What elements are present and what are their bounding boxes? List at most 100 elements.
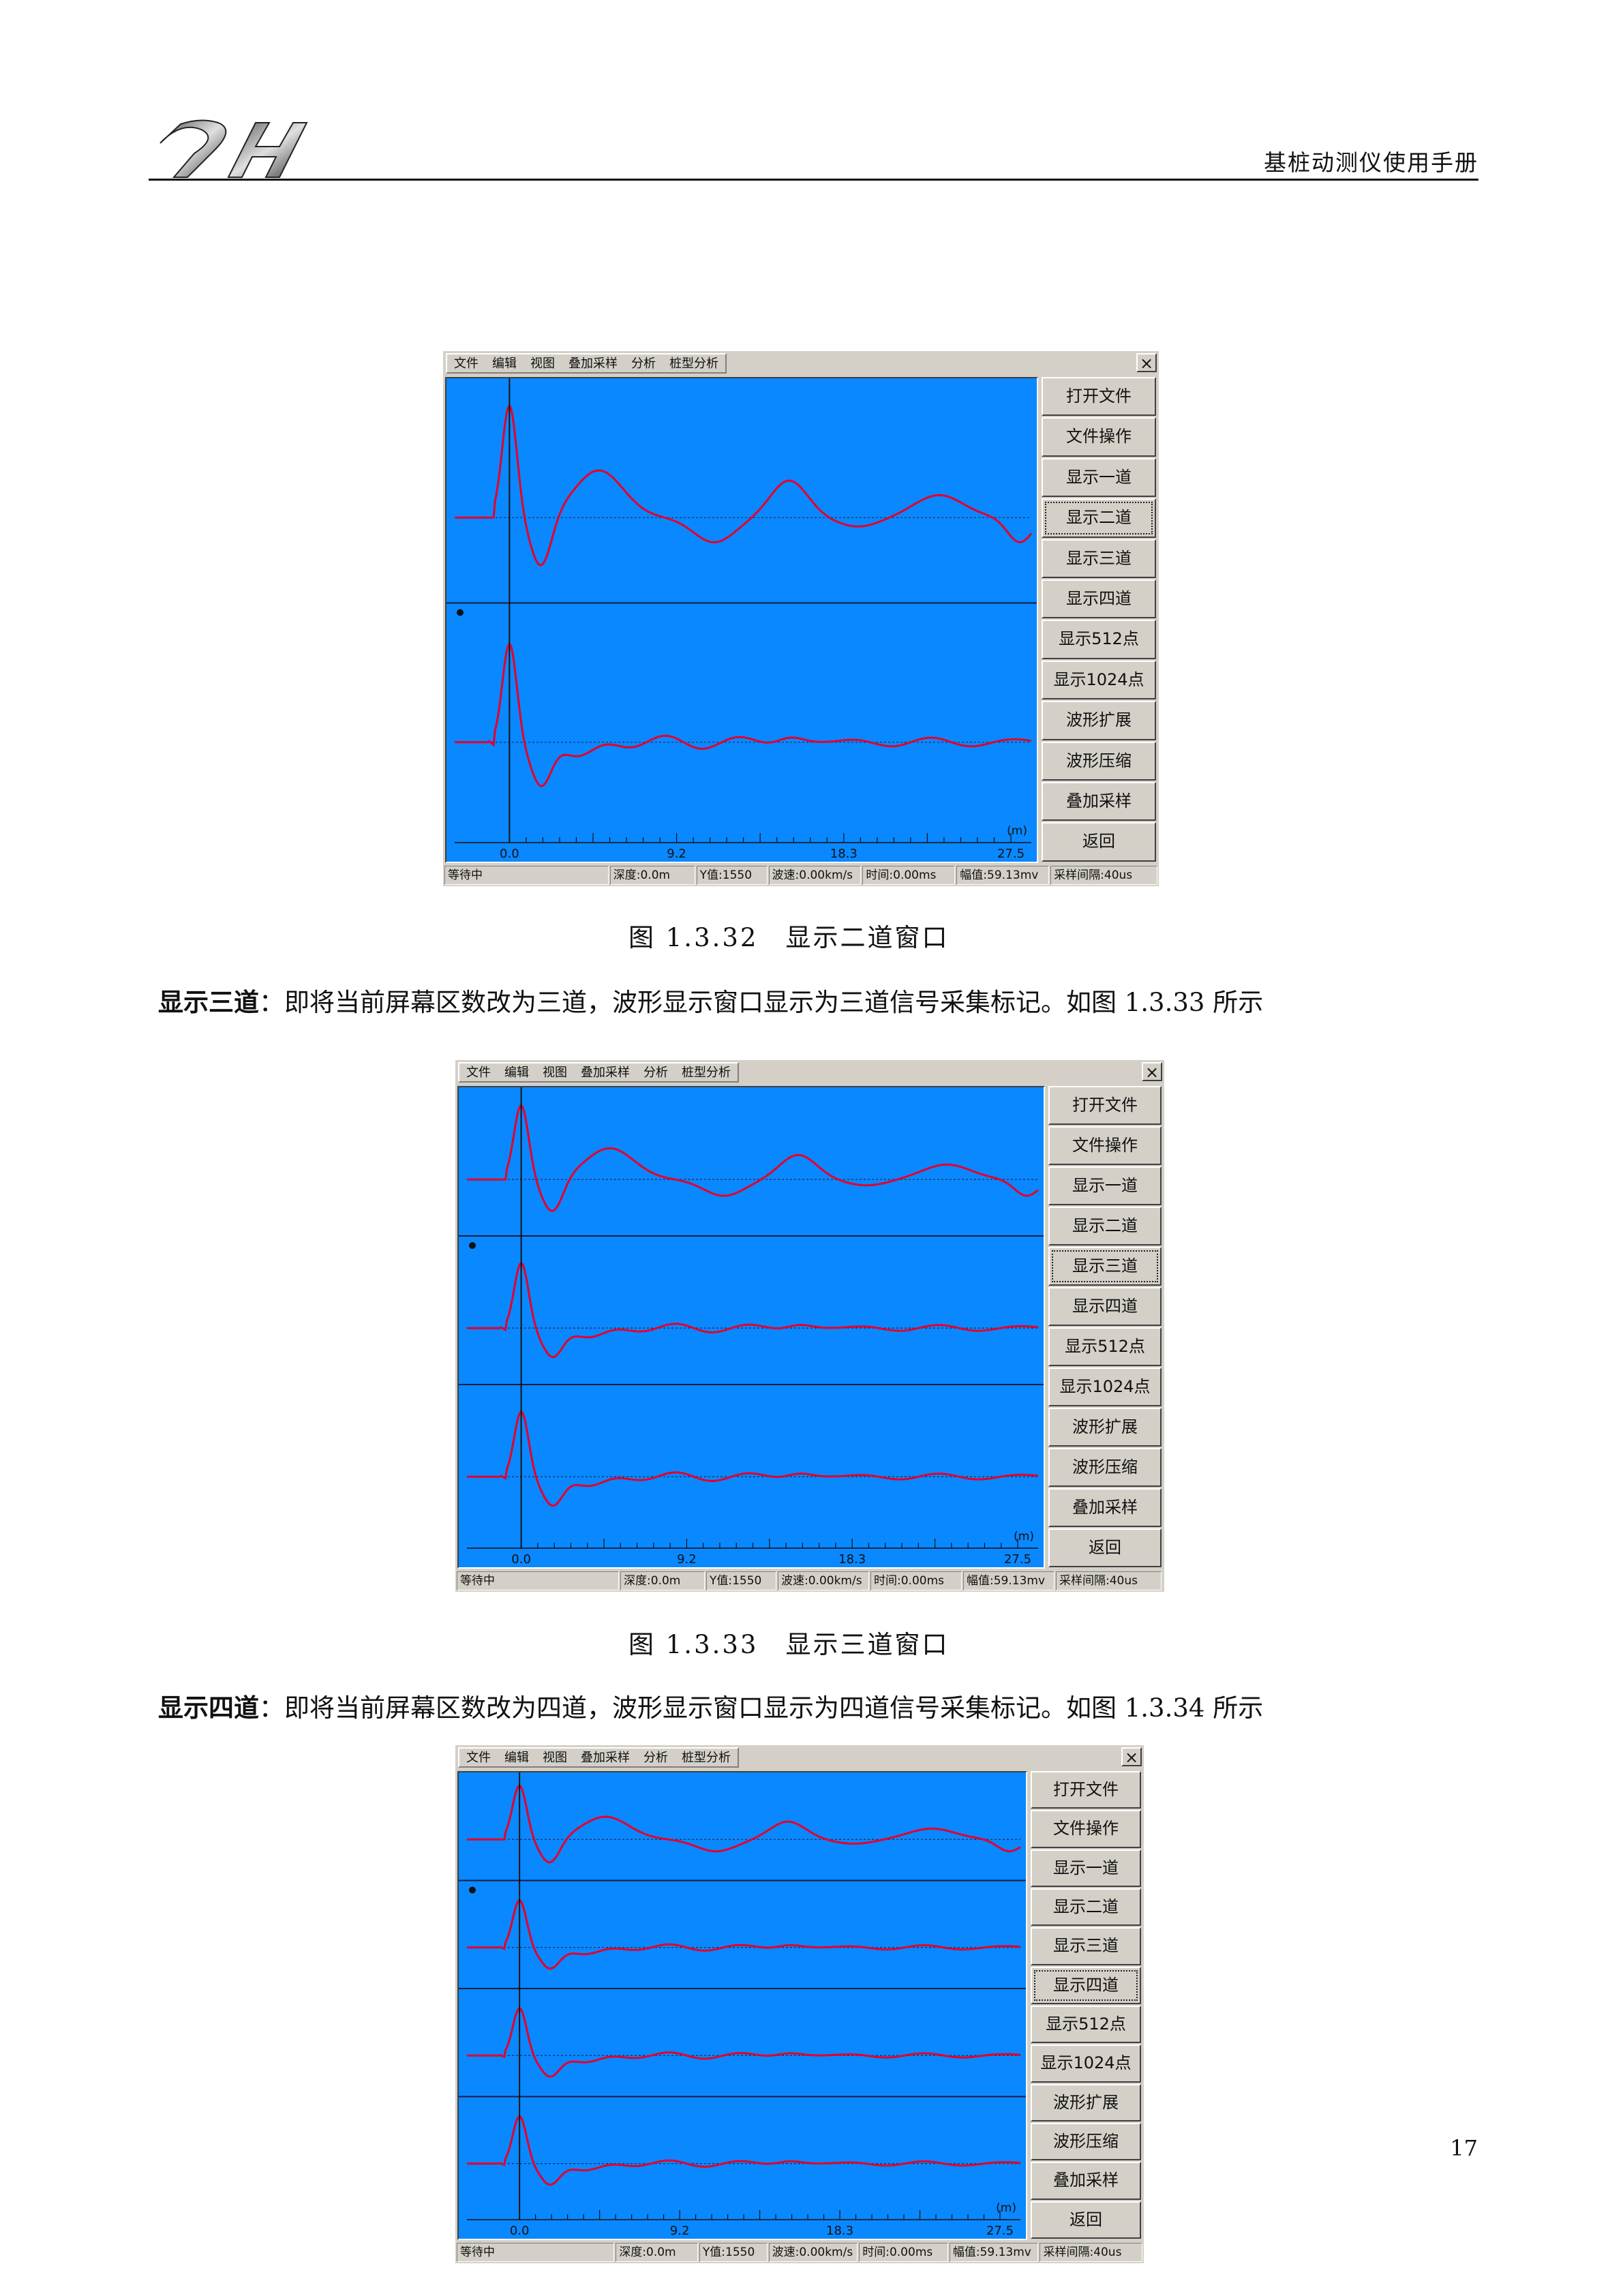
company-logo — [160, 119, 308, 178]
button-7[interactable]: 显示512点 — [1048, 1327, 1162, 1366]
button-8[interactable]: 显示1024点 — [1048, 1368, 1162, 1406]
x-tick-label: 9.2 — [667, 847, 686, 861]
paragraph-text: ：即将当前屏幕区数改为四道，波形显示窗口显示为四道信号采集标记。如图 1.3.3… — [259, 1693, 1264, 1723]
screenshot-four-channels: 文件 编辑 视图 叠加采样 分析 桩型分析 × 打开文件 文件操作 显示一道 显示二道 显示三道 显示四… — [455, 1745, 1144, 2263]
button-9[interactable]: 波形扩展 — [1042, 701, 1156, 740]
menu-analysis[interactable]: 分析 — [624, 354, 663, 372]
x-tick-label: 18.3 — [826, 2224, 853, 2238]
channel-marker-icon — [469, 1242, 476, 1249]
menu-stack-sample[interactable]: 叠加采样 — [574, 1749, 637, 1766]
button-9[interactable]: 波形扩展 — [1031, 2083, 1141, 2121]
status-cell-3: Y值:1550 — [699, 2243, 768, 2262]
menu-file[interactable]: 文件 — [459, 1749, 498, 1766]
x-tick-label: 9.2 — [670, 2224, 690, 2238]
button-6[interactable]: 显示四道 — [1048, 1287, 1162, 1326]
waveform-plot[interactable]: 0.0 9.2 18.3 27.5 (m) — [445, 377, 1038, 863]
status-cell-1: 等待中 — [444, 866, 609, 885]
x-tick-label: 0.0 — [510, 2224, 530, 2238]
waveform-plot[interactable]: 0.0 9.2 18.3 27.5 (m) — [457, 1086, 1045, 1569]
menu-pile-analysis[interactable]: 桩型分析 — [675, 1063, 738, 1081]
status-cell-3: Y值:1550 — [706, 1571, 776, 1590]
menu-edit[interactable]: 编辑 — [498, 1063, 536, 1081]
paragraph-show-four: 显示四道：即将当前屏幕区数改为四道，波形显示窗口显示为四道信号采集标记。如图 1… — [158, 1687, 1263, 1724]
button-6[interactable]: 显示四道 — [1042, 579, 1156, 619]
button-5[interactable]: 显示三道 — [1048, 1247, 1162, 1286]
close-icon[interactable]: × — [1136, 353, 1157, 372]
button-11[interactable]: 叠加采样 — [1031, 2162, 1141, 2200]
axis-unit: (m) — [1014, 1530, 1034, 1543]
manual-title: 基桩动测仪使用手册 — [1264, 149, 1478, 176]
menu-view[interactable]: 视图 — [536, 1749, 574, 1766]
menu-pile-analysis[interactable]: 桩型分析 — [675, 1749, 738, 1766]
waveform-canvas[interactable]: 0.0 9.2 18.3 27.5 (m) — [459, 1772, 1026, 2239]
menu-items: 文件 编辑 视图 叠加采样 分析 桩型分析 — [458, 1747, 739, 1768]
button-5[interactable]: 显示三道 — [1031, 1927, 1141, 1965]
button-6[interactable]: 显示四道 — [1031, 1966, 1141, 2004]
menu-file[interactable]: 文件 — [447, 354, 485, 372]
x-tick-label: 0.0 — [511, 1552, 531, 1567]
status-cell-2: 深度:0.0m — [616, 2243, 698, 2262]
button-12[interactable]: 返回 — [1048, 1528, 1162, 1567]
waveform-trace-2 — [467, 1899, 1021, 1970]
sidebar-buttons: 打开文件 文件操作 显示一道 显示二道 显示三道 显示四道 显示512点 显示1024点 波形扩… — [1042, 377, 1156, 863]
button-9[interactable]: 波形扩展 — [1048, 1408, 1162, 1447]
waveform-canvas[interactable]: 0.0 9.2 18.3 27.5 (m) — [459, 1087, 1044, 1567]
x-tick-label: 0.0 — [500, 847, 519, 861]
button-12[interactable]: 返回 — [1042, 822, 1156, 862]
paragraph-label: 显示四道 — [158, 1693, 259, 1723]
button-1[interactable]: 打开文件 — [1031, 1771, 1141, 1809]
button-12[interactable]: 返回 — [1031, 2201, 1141, 2239]
status-cell-2: 深度:0.0m — [620, 1571, 705, 1590]
button-10[interactable]: 波形压缩 — [1048, 1448, 1162, 1487]
header-rule — [149, 179, 1478, 181]
waveform-trace-1 — [467, 1104, 1039, 1212]
button-4[interactable]: 显示二道 — [1042, 498, 1156, 538]
button-3[interactable]: 显示一道 — [1042, 457, 1156, 498]
waveform-trace-2 — [467, 1261, 1039, 1359]
menu-edit[interactable]: 编辑 — [498, 1749, 536, 1766]
menu-file[interactable]: 文件 — [459, 1063, 498, 1081]
button-7[interactable]: 显示512点 — [1042, 620, 1156, 659]
waveform-plot[interactable]: 0.0 9.2 18.3 27.5 (m) — [457, 1771, 1027, 2240]
menu-view[interactable]: 视图 — [536, 1063, 574, 1081]
button-11[interactable]: 叠加采样 — [1048, 1488, 1162, 1527]
status-bar: 等待中 深度:0.0m Y值:1550 波速:0.00km/s 时间:0.00ms 幅值:… — [443, 866, 1159, 886]
button-10[interactable]: 波形压缩 — [1031, 2122, 1141, 2161]
menu-view[interactable]: 视图 — [524, 354, 562, 372]
channel-marker-icon — [457, 609, 464, 616]
waveform-canvas[interactable]: 0.0 9.2 18.3 27.5 (m) — [446, 378, 1037, 862]
button-2[interactable]: 文件操作 — [1042, 417, 1156, 457]
channel-marker-icon — [469, 1886, 476, 1894]
x-tick-label: 9.2 — [677, 1552, 697, 1567]
button-8[interactable]: 显示1024点 — [1042, 660, 1156, 700]
close-icon[interactable]: × — [1121, 1747, 1142, 1766]
waveform-trace-2 — [455, 642, 1032, 787]
button-8[interactable]: 显示1024点 — [1031, 2044, 1141, 2083]
button-7[interactable]: 显示512点 — [1031, 2005, 1141, 2044]
figure-caption-1-3-32: 图 1.3.32 显示二道窗口 — [628, 923, 950, 952]
button-11[interactable]: 叠加采样 — [1042, 782, 1156, 821]
menu-bar: 文件 编辑 视图 叠加采样 分析 桩型分析 × — [455, 1060, 1164, 1083]
button-10[interactable]: 波形压缩 — [1042, 741, 1156, 781]
status-cell-6: 幅值:59.13mv — [956, 866, 1050, 885]
close-icon[interactable]: × — [1142, 1062, 1162, 1081]
button-2[interactable]: 文件操作 — [1048, 1126, 1162, 1165]
menu-edit[interactable]: 编辑 — [485, 354, 524, 372]
button-3[interactable]: 显示一道 — [1031, 1849, 1141, 1887]
button-5[interactable]: 显示三道 — [1042, 539, 1156, 579]
status-cell-5: 时间:0.00ms — [859, 2243, 948, 2262]
menu-analysis[interactable]: 分析 — [637, 1063, 675, 1081]
button-4[interactable]: 显示二道 — [1031, 1888, 1141, 1927]
button-1[interactable]: 打开文件 — [1048, 1086, 1162, 1125]
button-1[interactable]: 打开文件 — [1042, 377, 1156, 417]
menu-stack-sample[interactable]: 叠加采样 — [562, 354, 624, 372]
screenshot-two-channels: 文件 编辑 视图 叠加采样 分析 桩型分析 × 打开文件 文件操作 显示一道 显示二道 显示三道 显示四… — [443, 351, 1159, 886]
menu-analysis[interactable]: 分析 — [637, 1749, 675, 1766]
menu-pile-analysis[interactable]: 桩型分析 — [663, 354, 725, 372]
menu-stack-sample[interactable]: 叠加采样 — [574, 1063, 637, 1081]
button-4[interactable]: 显示二道 — [1048, 1207, 1162, 1245]
button-2[interactable]: 文件操作 — [1031, 1810, 1141, 1848]
page-number: 17 — [1450, 2135, 1478, 2161]
menu-bar: 文件 编辑 视图 叠加采样 分析 桩型分析 × — [443, 351, 1159, 374]
button-3[interactable]: 显示一道 — [1048, 1166, 1162, 1205]
